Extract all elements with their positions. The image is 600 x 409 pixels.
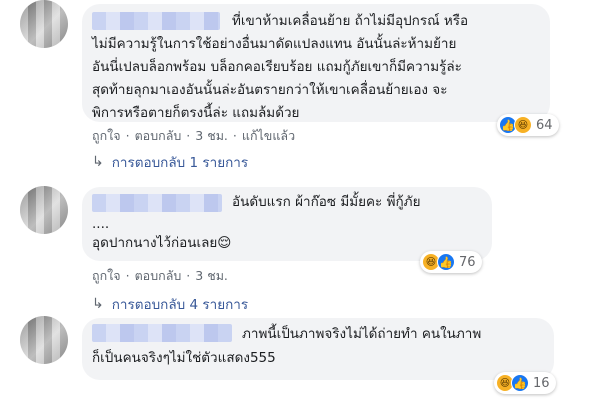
commenter-name-blurred[interactable] xyxy=(92,324,232,342)
reply-arrow-icon: ↳ xyxy=(92,296,104,312)
timestamp[interactable]: 3 ชม. xyxy=(195,126,228,146)
comment-text-line: ก็เป็นคนจริงๆไม่ใช่ตัวแสดง555 xyxy=(92,350,276,366)
comment-text-line: อุดปากนางไว้ก่อนเลย😌 xyxy=(92,235,232,251)
comment-text-line: อันดับแรก ผ้าก๊อซ มีมั้ยคะ พี่กู้ภัย xyxy=(232,194,421,210)
like-button[interactable]: ถูกใจ xyxy=(92,126,121,146)
commenter-name-blurred[interactable] xyxy=(92,12,220,30)
separator: · xyxy=(186,128,191,143)
comment-text-line: อันนี่เปลบล็อกพร้อม บล็อกคอเรียบร้อย แถม… xyxy=(92,59,462,75)
commenter-name-blurred[interactable] xyxy=(92,194,222,212)
haha-icon: 😆 xyxy=(514,116,532,134)
comment-bubble: ที่เขาห้ามเคลื่อนย้าย ถ้าไม่มีอุปกรณ์ หร… xyxy=(82,4,550,122)
separator: · xyxy=(232,128,237,143)
replies-count-label: การตอบกลับ 4 รายการ xyxy=(111,297,249,313)
reaction-summary[interactable]: 😆 👍 76 xyxy=(420,251,482,273)
like-button[interactable]: ถูกใจ xyxy=(92,266,121,286)
commenter-avatar[interactable] xyxy=(20,316,68,364)
comment-text-line: ภาพนี้เป็นภาพจริงไม่ได้ถ่ายทำ คนในภาพ xyxy=(242,326,482,342)
comment-bubble: ภาพนี้เป็นภาพจริงไม่ได้ถ่ายทำ คนในภาพ ก็… xyxy=(82,318,554,380)
comment-actions: ถูกใจ · ตอบกลับ · 3 ชม. xyxy=(92,266,228,286)
comment-actions: ถูกใจ · ตอบกลับ · 3 ชม. · แก้ไขแล้ว xyxy=(92,126,295,146)
like-icon: 👍 xyxy=(437,253,455,271)
timestamp[interactable]: 3 ชม. xyxy=(195,266,228,286)
edited-label[interactable]: แก้ไขแล้ว xyxy=(242,126,295,146)
commenter-avatar[interactable] xyxy=(20,0,68,48)
reply-arrow-icon: ↳ xyxy=(92,154,104,170)
reaction-count: 16 xyxy=(533,375,550,391)
view-replies-link[interactable]: ↳ การตอบกลับ 1 รายการ xyxy=(92,151,248,173)
separator: · xyxy=(125,268,130,283)
comment-text-line: พิการหรือตายก็ตรงนี้ล่ะ แถมล้มด้วย xyxy=(92,105,300,121)
comment-text-line: ที่เขาห้ามเคลื่อนย้าย ถ้าไม่มีอุปกรณ์ หร… xyxy=(232,13,469,29)
replies-count-label: การตอบกลับ 1 รายการ xyxy=(111,155,249,171)
reply-button[interactable]: ตอบกลับ xyxy=(135,126,182,146)
comment-text-line: ไม่มีความรู้ในการใช้อย่างอื่นมาดัดแปลงแท… xyxy=(92,36,457,52)
view-replies-link[interactable]: ↳ การตอบกลับ 4 รายการ xyxy=(92,293,248,315)
reaction-count: 64 xyxy=(536,117,553,133)
separator: · xyxy=(186,268,191,283)
reaction-count: 76 xyxy=(459,254,476,270)
comment-bubble: อันดับแรก ผ้าก๊อซ มีมั้ยคะ พี่กู้ภัย ...… xyxy=(82,187,492,261)
reaction-summary[interactable]: 😆 👍 16 xyxy=(494,372,556,394)
separator: · xyxy=(125,128,130,143)
comment-text-line: สุดท้ายลุกมาเองอันนั้นล่ะอันตรายกว่าให้เ… xyxy=(92,82,448,98)
reply-button[interactable]: ตอบกลับ xyxy=(135,266,182,286)
like-icon: 👍 xyxy=(511,374,529,392)
commenter-avatar[interactable] xyxy=(20,186,68,234)
reaction-summary[interactable]: 👍 😆 64 xyxy=(497,114,559,136)
